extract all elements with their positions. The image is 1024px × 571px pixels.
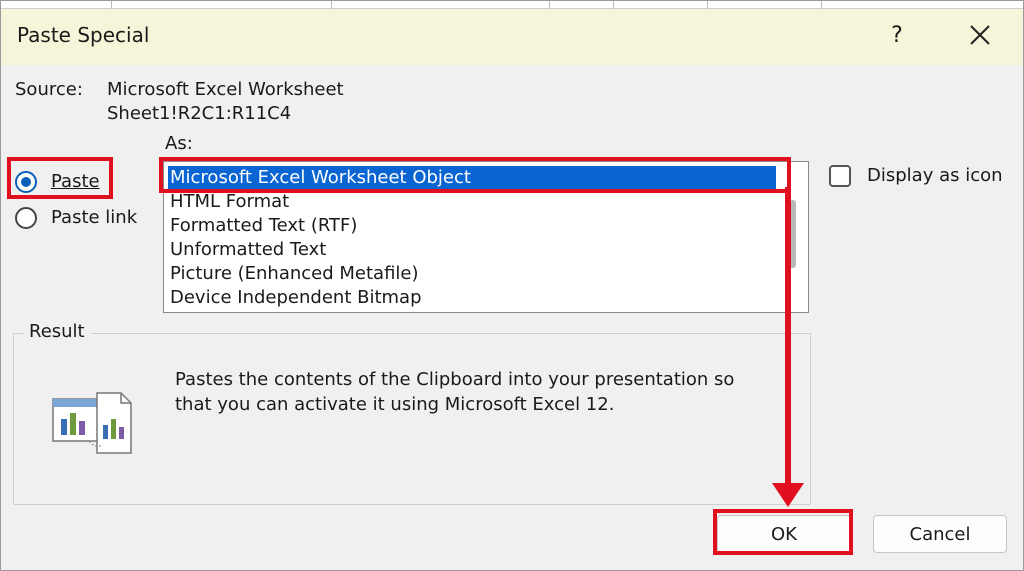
list-item[interactable]: Picture (Enhanced Metafile) bbox=[168, 262, 776, 286]
close-button[interactable] bbox=[955, 13, 1005, 57]
result-description: Pastes the contents of the Clipboard int… bbox=[175, 367, 795, 417]
list-item[interactable]: Microsoft Excel Worksheet Object bbox=[168, 166, 776, 190]
annotation-arrow-head bbox=[772, 483, 804, 507]
result-line-2: that you can activate it using Microsoft… bbox=[175, 394, 615, 415]
display-as-icon-label[interactable]: Display as icon bbox=[867, 165, 1003, 186]
result-line-1: Pastes the contents of the Clipboard int… bbox=[175, 369, 735, 390]
annotation-arrow-line bbox=[785, 187, 791, 487]
format-listbox[interactable]: Microsoft Excel Worksheet Object HTML Fo… bbox=[163, 161, 809, 313]
list-item[interactable]: HTML Format bbox=[168, 190, 776, 214]
paste-link-radio-label[interactable]: Paste link bbox=[51, 207, 137, 228]
display-as-icon-checkbox[interactable] bbox=[829, 165, 851, 187]
close-icon bbox=[970, 25, 990, 45]
paste-radio[interactable] bbox=[15, 171, 37, 193]
result-label: Result bbox=[23, 321, 91, 342]
source-value: Microsoft Excel Worksheet bbox=[107, 79, 344, 100]
source-range: Sheet1!R2C1:R11C4 bbox=[107, 103, 292, 124]
cancel-button[interactable]: Cancel bbox=[873, 515, 1007, 553]
help-button[interactable]: ? bbox=[873, 13, 921, 57]
as-label: As: bbox=[165, 133, 193, 154]
list-item[interactable]: Unformatted Text bbox=[168, 238, 776, 262]
list-item[interactable]: Device Independent Bitmap bbox=[168, 286, 776, 310]
ok-button[interactable]: OK bbox=[717, 515, 851, 553]
paste-link-radio[interactable] bbox=[15, 207, 37, 229]
dialog-title: Paste Special bbox=[17, 23, 150, 47]
background-spreadsheet-strip bbox=[1, 1, 1023, 9]
title-bar bbox=[1, 1, 1023, 65]
list-item[interactable]: Formatted Text (RTF) bbox=[168, 214, 776, 238]
source-label: Source: bbox=[15, 79, 83, 100]
paste-radio-label[interactable]: Paste bbox=[51, 171, 100, 192]
paste-special-dialog: Paste Special ? Source: Microsoft Excel … bbox=[0, 0, 1024, 571]
excel-object-paste-icon bbox=[51, 391, 135, 457]
